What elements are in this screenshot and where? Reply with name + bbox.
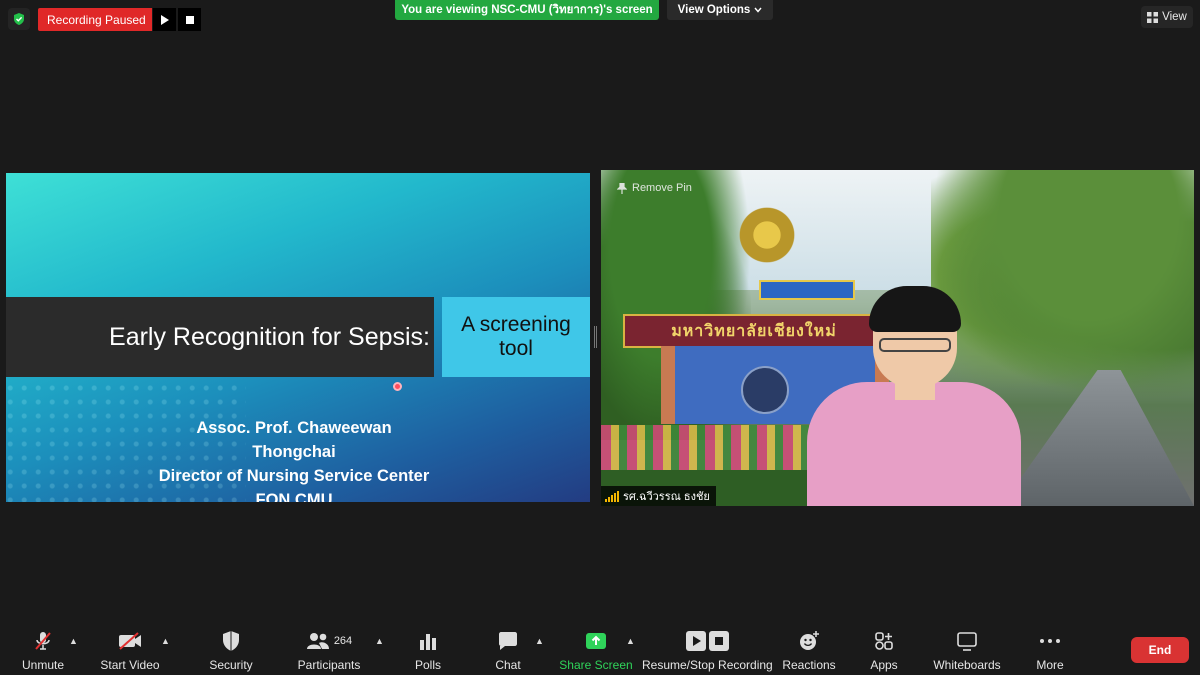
stop-recording-button[interactable] <box>178 8 201 31</box>
unmute-button[interactable]: Unmute <box>18 630 68 672</box>
whiteboard-icon <box>957 632 977 651</box>
slide-title-band: Early Recognition for Sepsis: <box>6 297 434 377</box>
viewing-screen-banner: You are viewing NSC-CMU (วิทยาการ)'s scr… <box>395 0 659 20</box>
reactions-label: Reactions <box>782 658 836 672</box>
participant-video-tile[interactable]: มหาวิทยาลัยเชียงใหม่ Remove Pin รศ.ฉวีวร… <box>601 170 1194 506</box>
share-screen-arrow-icon <box>586 633 606 649</box>
slide-subtitle-line1: A screening <box>461 313 571 336</box>
reactions-smiley-icon <box>800 631 819 650</box>
person-glasses <box>879 338 951 352</box>
participant-name-tag: รศ.ฉวีวรรณ ธงชัย <box>601 486 716 506</box>
stop-icon <box>185 15 194 24</box>
end-meeting-button[interactable]: End <box>1131 637 1189 663</box>
apps-label: Apps <box>870 658 898 672</box>
apps-button[interactable]: Apps <box>864 630 904 672</box>
remove-pin-button[interactable]: Remove Pin <box>617 182 692 194</box>
presenter-org: FON CMU <box>255 491 333 502</box>
presenter-name: Assoc. Prof. Chaweewan Thongchai <box>196 419 392 461</box>
chevron-down-icon <box>754 7 762 13</box>
chat-bubble-icon <box>499 632 517 650</box>
play-icon <box>161 14 169 25</box>
start-video-button[interactable]: Start Video <box>97 630 163 672</box>
polls-label: Polls <box>414 658 441 672</box>
person-body <box>807 382 1021 506</box>
security-shield-icon <box>223 631 239 651</box>
video-options-caret[interactable]: ▲ <box>161 636 170 646</box>
stop-recording-icon <box>708 631 729 651</box>
chat-label: Chat <box>495 658 521 672</box>
grid-icon <box>1147 11 1159 23</box>
share-screen-label: Share Screen <box>559 658 633 672</box>
view-layout-button[interactable]: View <box>1141 6 1193 28</box>
split-view-resize-handle[interactable] <box>594 326 597 348</box>
share-screen-button[interactable]: Share Screen <box>558 630 634 672</box>
slide-subtitle-line2: tool <box>499 337 533 360</box>
audio-options-caret[interactable]: ▲ <box>69 636 78 646</box>
shared-screen-slide[interactable]: Early Recognition for Sepsis: A screenin… <box>6 173 590 502</box>
polls-button[interactable]: Polls <box>408 630 448 672</box>
play-recording-icon <box>685 631 706 651</box>
view-options-button[interactable]: View Options <box>667 0 773 20</box>
participant-name: รศ.ฉวีวรรณ ธงชัย <box>623 491 710 503</box>
security-button[interactable]: Security <box>203 630 259 672</box>
participants-icon <box>306 633 329 649</box>
more-dots-icon <box>1040 639 1060 643</box>
chat-options-caret[interactable]: ▲ <box>535 636 544 646</box>
whiteboards-label: Whiteboards <box>933 658 1001 672</box>
start-video-label: Start Video <box>100 658 160 672</box>
chat-button[interactable]: Chat <box>490 630 526 672</box>
meeting-toolbar: Unmute ▲ Start Video ▲ Security 264 Part… <box>0 620 1200 675</box>
security-label: Security <box>209 658 253 672</box>
resume-stop-recording-label: Resume/Stop Recording <box>642 658 773 672</box>
slide-subtitle-box: A screening tool <box>442 297 590 377</box>
laser-pointer <box>393 382 402 391</box>
person-hair <box>869 286 961 332</box>
university-crest <box>739 200 795 270</box>
more-label: More <box>1036 658 1064 672</box>
video-camera-off-icon <box>119 632 141 650</box>
participants-button[interactable]: 264 Participants <box>294 630 364 672</box>
connection-signal-icon <box>605 490 619 502</box>
participants-count: 264 <box>333 635 353 647</box>
slide-title: Early Recognition for Sepsis: <box>109 322 430 351</box>
share-screen-options-caret[interactable]: ▲ <box>626 636 635 646</box>
resume-stop-recording-button[interactable]: Resume/Stop Recording <box>642 630 773 672</box>
participant-person <box>807 286 1021 506</box>
polls-bar-chart-icon <box>420 634 436 650</box>
flower-bed <box>601 425 841 475</box>
microphone-muted-icon <box>35 632 51 650</box>
slide-presenter-info: Assoc. Prof. Chaweewan Thongchai Directo… <box>156 416 432 502</box>
unmute-label: Unmute <box>21 658 65 672</box>
recording-status-badge: Recording Paused <box>38 8 152 31</box>
presenter-role: Director of Nursing Service Center <box>158 467 430 485</box>
apps-icon <box>875 632 893 650</box>
resume-recording-button[interactable] <box>153 8 176 31</box>
participants-options-caret[interactable]: ▲ <box>375 636 384 646</box>
remove-pin-label: Remove Pin <box>632 182 692 194</box>
view-options-label: View Options <box>677 4 751 16</box>
encryption-shield-icon[interactable] <box>8 8 30 30</box>
view-label: View <box>1162 11 1187 23</box>
university-seal <box>741 366 789 414</box>
whiteboards-button[interactable]: Whiteboards <box>929 630 1005 672</box>
participants-label: Participants <box>297 658 361 672</box>
more-button[interactable]: More <box>1030 630 1070 672</box>
reactions-button[interactable]: Reactions <box>780 630 838 672</box>
pin-icon <box>617 182 627 194</box>
